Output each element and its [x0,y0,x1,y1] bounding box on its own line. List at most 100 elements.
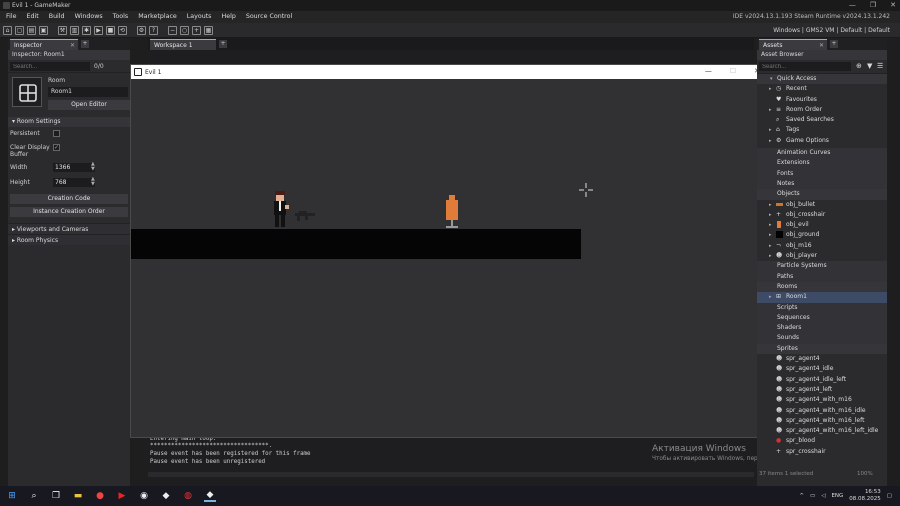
sprites-group[interactable]: Sprites [757,343,887,355]
network-icon[interactable]: ▭ [810,493,815,499]
stop-icon[interactable]: ■ [106,26,115,35]
width-input[interactable]: 1366 [53,163,95,172]
quick-saved-searches[interactable]: ⌕ Saved Searches [757,115,887,125]
add-tab-button[interactable]: + [830,40,838,48]
menu-file[interactable]: File [6,13,17,20]
asset-obj-evil[interactable]: ▸ obj_evil [757,220,887,230]
quick-game-options[interactable]: ▸ ⚙ Game Options [757,136,887,146]
youtube-icon[interactable]: ▶ [116,490,128,502]
zoom-level[interactable]: 100% [857,471,873,477]
tab-inspector[interactable]: Inspector ✕ [10,39,78,50]
maximize-button[interactable]: ❐ [870,1,876,9]
open-editor-button[interactable]: Open Editor [48,100,130,110]
group-notes[interactable]: Notes [757,178,887,190]
creation-code-button[interactable]: Creation Code [10,194,128,204]
target-selector[interactable]: Windows | GMS2 VM | Default | Default [773,27,890,34]
asset-obj-ground[interactable]: ▸ obj_ground [757,230,887,240]
game-maximize-button[interactable]: ☐ [730,67,736,75]
search-icon[interactable]: ⌕ [28,490,40,502]
quick-favourites[interactable]: ♥ Favourites [757,95,887,105]
asset-sprite[interactable]: ● spr_blood [757,436,887,446]
console-scrollbar[interactable] [148,472,754,477]
windows-start-icon[interactable]: ⊞ [6,490,18,502]
group-shaders[interactable]: Shaders [757,323,887,334]
asset-obj-bullet[interactable]: ▸ obj_bullet [757,200,887,210]
menu-edit[interactable]: Edit [27,13,39,20]
height-input[interactable]: 768 [53,178,95,187]
instance-creation-order-button[interactable]: Instance Creation Order [10,207,128,217]
asset-obj-crosshair[interactable]: ▸ + obj_crosshair [757,210,887,220]
add-asset-icon[interactable]: ⊕ [856,62,862,70]
chrome-icon[interactable]: ● [94,490,106,502]
persistent-checkbox[interactable] [53,130,60,137]
filter-icon[interactable]: ▼ [867,62,872,70]
open-project-icon[interactable]: ▤ [27,26,36,35]
menu-icon[interactable]: ☰ [877,62,883,70]
inspector-search-input[interactable] [10,62,90,71]
language-indicator[interactable]: ENG [831,493,843,499]
clean-build-icon[interactable]: ⟲ [118,26,127,35]
quick-access-group[interactable]: ▾ Quick Access [757,74,887,85]
file-explorer-icon[interactable]: ▬ [72,490,84,502]
minimize-button[interactable]: — [849,1,856,9]
height-spinner-icon[interactable]: ▲ ▼ [91,177,95,187]
game-minimize-button[interactable]: — [705,67,712,75]
menu-windows[interactable]: Windows [75,13,103,20]
zoom-in-icon[interactable]: + [192,26,201,35]
width-spinner-icon[interactable]: ▲ ▼ [91,162,95,172]
asset-sprite[interactable]: ☻ spr_agent4_with_m16_left [757,416,887,426]
tray-arrow-icon[interactable]: ^ [799,493,804,499]
run-icon[interactable]: ▶ [94,26,103,35]
grid-icon[interactable]: ▦ [204,26,213,35]
add-tab-button[interactable]: + [81,40,89,48]
room-settings-section[interactable]: ▾ Room Settings [8,117,130,127]
gamemaker-active-icon[interactable]: ◆ [204,490,216,502]
asset-obj-player[interactable]: ▸ ☻ obj_player [757,251,887,261]
help-icon[interactable]: ? [149,26,158,35]
asset-sprite[interactable]: ☻ spr_agent4_idle_left [757,375,887,385]
zoom-out-icon[interactable]: − [168,26,177,35]
close-icon[interactable]: ✕ [819,42,824,49]
quick-tags[interactable]: ▸ ⌂ Tags [757,125,887,135]
close-icon[interactable]: ✕ [70,42,75,49]
app-icon[interactable]: ◍ [182,490,194,502]
viewports-section[interactable]: ▸ Viewports and Cameras [8,223,130,234]
objects-group[interactable]: Objects [757,189,887,200]
clear-display-checkbox[interactable]: ✓ [53,144,60,151]
asset-sprite[interactable]: ☻ spr_agent4 [757,354,887,364]
menu-marketplace[interactable]: Marketplace [138,13,177,20]
asset-sprite[interactable]: ☻ spr_agent4_with_m16 [757,395,887,405]
group-animation-curves[interactable]: Animation Curves [757,148,887,159]
add-workspace-button[interactable]: + [219,40,227,48]
asset-sprite[interactable]: ☻ spr_agent4_left [757,385,887,395]
game-window[interactable]: Evil 1 — ☐ ✕ [130,64,767,438]
rooms-group[interactable]: Rooms [757,281,887,293]
asset-sprite[interactable]: ☻ spr_agent4_with_m16_idle [757,406,887,416]
notifications-icon[interactable]: ▢ [887,493,892,499]
tab-workspace[interactable]: Workspace 1 [150,39,216,50]
group-scripts[interactable]: Scripts [757,302,887,313]
steam-icon[interactable]: ◉ [138,490,150,502]
clock[interactable]: 16:53 08.08.2025 [849,489,881,503]
menu-layouts[interactable]: Layouts [187,13,212,20]
asset-search-input[interactable] [759,62,851,71]
quick-recent[interactable]: ▸ ◷ Recent [757,84,887,94]
group-fonts[interactable]: Fonts [757,168,887,179]
room-name-field[interactable]: Room1 [48,87,128,97]
asset-sprite[interactable]: ☻ spr_agent4_idle [757,364,887,374]
physics-section[interactable]: ▸ Room Physics [8,234,130,245]
save-icon[interactable]: ▣ [39,26,48,35]
group-extensions[interactable]: Extensions [757,158,887,169]
new-project-icon[interactable]: ▢ [15,26,24,35]
menu-tools[interactable]: Tools [113,13,129,20]
asset-sprite[interactable]: ☻ spr_agent4_with_m16_left_idle [757,426,887,436]
quick-room-order[interactable]: ▸ ≡ Room Order [757,105,887,115]
asset-room1[interactable]: ▸ ⊞ Room1 [757,292,887,303]
menu-source-control[interactable]: Source Control [246,13,292,20]
game-window-titlebar[interactable]: Evil 1 — ☐ ✕ [131,65,766,79]
group-paths[interactable]: Paths [757,271,887,282]
task-view-icon[interactable]: ❐ [50,490,62,502]
volume-icon[interactable]: ◁ [821,493,825,499]
asset-sprite[interactable]: + spr_crosshair [757,447,887,457]
clean-icon[interactable]: ▥ [70,26,79,35]
